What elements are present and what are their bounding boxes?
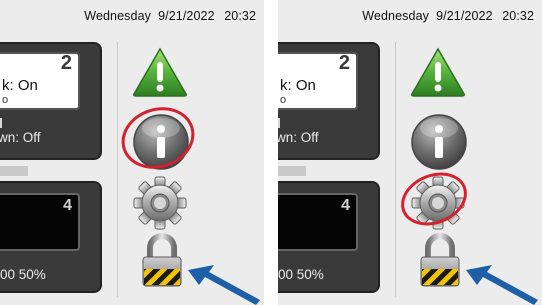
zone-status: k: On [2,77,38,94]
arrow-pointer-icon [188,265,260,305]
zone-screen: 4 [278,193,358,251]
warning-triangle-icon[interactable] [131,46,189,98]
zone-substatus: o [280,94,287,106]
zone-status: k: On [280,77,316,94]
padlock-icon[interactable] [419,232,461,288]
zone-card-2[interactable]: 2 k: On o wn: Off [0,42,102,160]
zone-marker [0,118,2,128]
shutdown-status: wn: Off [0,130,41,145]
vertical-divider [117,42,118,297]
zone-marker [278,118,280,128]
zone-number: 2 [338,52,350,74]
zone-card-2[interactable]: 2 k: On o wn: Off [278,42,380,160]
shutdown-status: wn: Off [278,130,319,145]
zone-screen: 2 k: On o [278,52,358,110]
zone-number: 2 [60,52,72,74]
zone-number: 4 [63,197,72,214]
info-icon[interactable] [409,112,469,172]
zone-screen: 4 [0,193,80,251]
warning-triangle-icon[interactable] [409,46,467,98]
zone-substatus: o [2,94,9,106]
day-label: Wednesday [362,9,429,23]
panel-left: Wednesday 9/21/2022 20:32 2 k: On o wn: … [0,0,264,305]
time-label: 20:32 [502,9,534,23]
vertical-divider [395,42,396,297]
info-icon[interactable] [131,112,191,172]
zone-divider-bar [0,166,28,176]
zone-card-4[interactable]: 4 00 50% [278,181,380,293]
zone-footer: 00 50% [278,267,324,282]
zone-card-4[interactable]: 4 00 50% [0,181,102,293]
zone-screen: 2 k: On o [0,52,80,110]
gear-icon[interactable] [410,175,466,231]
time-label: 20:32 [224,9,256,23]
datetime: Wednesday 9/21/2022 20:32 [84,9,256,23]
arrow-pointer-icon [466,265,538,305]
zone-number: 4 [341,197,350,214]
padlock-icon[interactable] [141,232,183,288]
gear-icon[interactable] [132,175,188,231]
datetime: Wednesday 9/21/2022 20:32 [362,9,534,23]
zone-divider-bar [278,166,306,176]
date-label: 9/21/2022 [436,9,493,23]
zone-footer: 00 50% [0,267,46,282]
day-label: Wednesday [84,9,151,23]
date-label: 9/21/2022 [158,9,215,23]
